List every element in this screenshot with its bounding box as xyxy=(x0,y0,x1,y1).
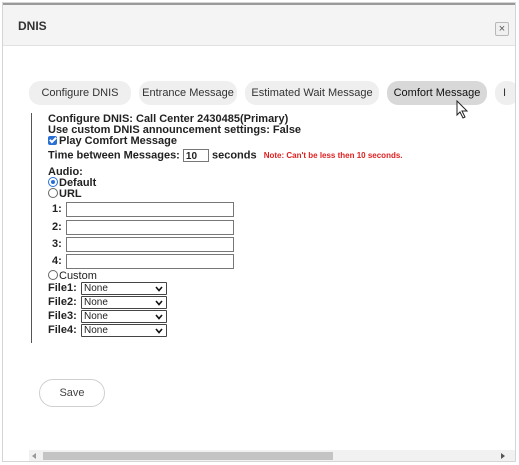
custom-radio[interactable] xyxy=(48,270,58,280)
url-3-label: 3: xyxy=(52,238,62,250)
file4-value: None xyxy=(84,325,108,336)
minimum-note: Note: Can't be less then 10 seconds. xyxy=(263,151,403,161)
dialog-titlebar: DNIS × xyxy=(3,5,515,46)
play-comfort-label: Play Comfort Message xyxy=(59,135,177,147)
default-radio[interactable] xyxy=(48,177,58,187)
close-icon[interactable]: × xyxy=(495,22,509,36)
seconds-label: seconds xyxy=(211,149,257,162)
play-comfort-row: Play Comfort Message xyxy=(48,135,177,147)
file4-label: File4: xyxy=(48,324,77,336)
play-comfort-checkbox[interactable] xyxy=(48,136,57,145)
dnis-dialog: DNIS × Configure DNIS Entrance Message E… xyxy=(2,2,516,462)
time-between-row: Time between Messages: 10 seconds Note: … xyxy=(48,149,403,162)
horizontal-scrollbar[interactable] xyxy=(29,450,515,461)
url-row-1: 1: xyxy=(52,202,234,217)
url-2-label: 2: xyxy=(52,221,62,233)
file-row-2: File2: None xyxy=(48,296,167,309)
file3-label: File3: xyxy=(48,310,77,322)
tab-configure-dnis[interactable]: Configure DNIS xyxy=(29,81,131,105)
file2-select[interactable]: None xyxy=(81,296,167,309)
chevron-down-icon xyxy=(155,300,163,306)
tab-strip: Configure DNIS Entrance Message Estimate… xyxy=(29,81,515,107)
tab-estimated-wait-message[interactable]: Estimated Wait Message xyxy=(245,81,379,105)
url-1-label: 1: xyxy=(52,203,62,215)
file2-value: None xyxy=(84,297,108,308)
tab-comfort-message[interactable]: Comfort Message xyxy=(387,81,487,105)
custom-option: Custom xyxy=(48,270,97,282)
chevron-down-icon xyxy=(155,286,163,292)
custom-label: Custom xyxy=(59,270,97,282)
file3-select[interactable]: None xyxy=(81,310,167,323)
url-1-input[interactable] xyxy=(66,202,234,217)
url-3-input[interactable] xyxy=(66,237,234,252)
url-4-label: 4: xyxy=(52,255,62,267)
file-row-1: File1: None xyxy=(48,282,167,295)
file-row-3: File3: None xyxy=(48,310,167,323)
chevron-down-icon xyxy=(155,314,163,320)
url-option: URL xyxy=(48,188,82,200)
file4-select[interactable]: None xyxy=(81,324,167,337)
file2-label: File2: xyxy=(48,296,77,308)
url-2-input[interactable] xyxy=(66,220,234,235)
tab-entrance-message[interactable]: Entrance Message xyxy=(139,81,237,105)
dialog-title: DNIS xyxy=(18,19,47,33)
time-between-input[interactable]: 10 xyxy=(182,149,209,162)
tab-overflow[interactable]: I xyxy=(495,81,515,105)
chevron-down-icon xyxy=(155,328,163,334)
file-row-4: File4: None xyxy=(48,324,167,337)
file3-value: None xyxy=(84,311,108,322)
url-radio[interactable] xyxy=(48,188,58,198)
url-4-input[interactable] xyxy=(66,254,234,269)
scroll-right-icon[interactable] xyxy=(501,453,505,459)
url-row-4: 4: xyxy=(52,254,234,269)
save-button[interactable]: Save xyxy=(39,379,105,407)
url-row-3: 3: xyxy=(52,237,234,252)
time-between-label: Time between Messages: xyxy=(48,149,180,162)
file1-label: File1: xyxy=(48,282,77,294)
scroll-left-icon[interactable] xyxy=(32,453,36,459)
scrollbar-thumb[interactable] xyxy=(43,452,333,460)
file1-value: None xyxy=(84,283,108,294)
comfort-message-form: Configure DNIS: Call Center 2430485(Prim… xyxy=(31,113,502,343)
url-label: URL xyxy=(59,188,82,200)
url-row-2: 2: xyxy=(52,220,234,235)
file1-select[interactable]: None xyxy=(81,282,167,295)
